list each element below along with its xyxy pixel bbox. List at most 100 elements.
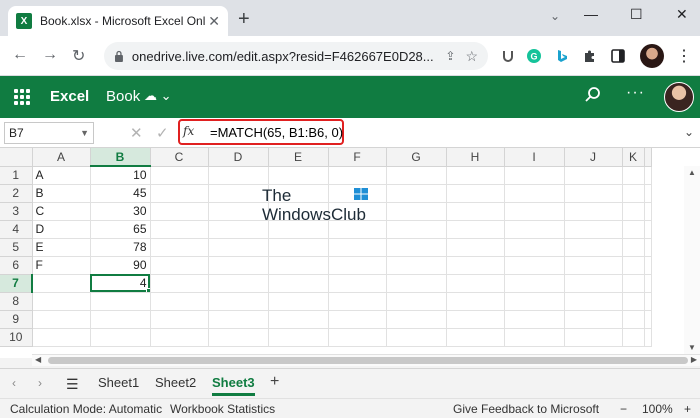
cell-i3[interactable]: [504, 202, 565, 221]
bookmark-star-icon[interactable]: ☆: [465, 48, 478, 65]
sheet-tab-3[interactable]: Sheet3: [212, 375, 255, 396]
cell-e6[interactable]: [268, 256, 329, 275]
cell-d8[interactable]: [208, 292, 269, 311]
cell-f10[interactable]: [328, 328, 387, 347]
new-tab-button[interactable]: +: [238, 8, 250, 31]
cell-j3[interactable]: [564, 202, 623, 221]
scroll-down-icon[interactable]: ▼: [688, 343, 696, 352]
confirm-formula-icon[interactable]: ✓: [156, 124, 169, 142]
column-header-c[interactable]: C: [150, 148, 209, 167]
cell-c4[interactable]: [150, 220, 209, 239]
column-header-h[interactable]: H: [446, 148, 505, 167]
cell-i10[interactable]: [504, 328, 565, 347]
cell-f9[interactable]: [328, 310, 387, 329]
cell-d4[interactable]: [208, 220, 269, 239]
scroll-right-icon[interactable]: ▶: [691, 355, 697, 364]
cell-i2[interactable]: [504, 184, 565, 203]
cell-a2[interactable]: B: [32, 184, 91, 203]
cell-a1[interactable]: A: [32, 166, 91, 185]
cell-k1[interactable]: [622, 166, 645, 185]
cell-k3[interactable]: [622, 202, 645, 221]
cell-h2[interactable]: [446, 184, 505, 203]
row-header[interactable]: 5: [0, 238, 33, 257]
column-header-f[interactable]: F: [328, 148, 387, 167]
saved-status-icon[interactable]: ☁ ⌄: [144, 88, 172, 104]
cell-b9[interactable]: [90, 310, 151, 329]
cell-i5[interactable]: [504, 238, 565, 257]
expand-formula-bar-icon[interactable]: ⌄: [684, 125, 694, 139]
cell-i7[interactable]: [504, 274, 565, 293]
cell-b1[interactable]: 10: [90, 166, 151, 185]
row-header[interactable]: 6: [0, 256, 33, 275]
cell-c3[interactable]: [150, 202, 209, 221]
cell-j8[interactable]: [564, 292, 623, 311]
sheet-tab-1[interactable]: Sheet1: [98, 375, 139, 390]
cell-h9[interactable]: [446, 310, 505, 329]
row-header[interactable]: 7: [0, 274, 33, 293]
cell-k4[interactable]: [622, 220, 645, 239]
cell-a3[interactable]: C: [32, 202, 91, 221]
cell-k6[interactable]: [622, 256, 645, 275]
cell-d5[interactable]: [208, 238, 269, 257]
calculation-mode[interactable]: Calculation Mode: Automatic: [10, 402, 162, 416]
row-header[interactable]: 2: [0, 184, 33, 203]
cell-i9[interactable]: [504, 310, 565, 329]
cell-g5[interactable]: [386, 238, 447, 257]
grammarly-icon[interactable]: G: [526, 48, 542, 64]
cell-h5[interactable]: [446, 238, 505, 257]
cell-c6[interactable]: [150, 256, 209, 275]
cell-c1[interactable]: [150, 166, 209, 185]
column-header-a[interactable]: A: [32, 148, 91, 167]
search-icon[interactable]: [584, 86, 602, 104]
cell-h7[interactable]: [446, 274, 505, 293]
cell-g9[interactable]: [386, 310, 447, 329]
cell-j7[interactable]: [564, 274, 623, 293]
cell-d2[interactable]: [208, 184, 269, 203]
select-all-corner[interactable]: [0, 148, 33, 167]
cell-j6[interactable]: [564, 256, 623, 275]
cell-d9[interactable]: [208, 310, 269, 329]
cell-a8[interactable]: [32, 292, 91, 311]
forward-icon[interactable]: →: [42, 46, 58, 64]
cell-h6[interactable]: [446, 256, 505, 275]
workbook-name[interactable]: Book: [106, 88, 140, 105]
cell-k5[interactable]: [622, 238, 645, 257]
app-launcher-icon[interactable]: [14, 89, 30, 105]
cell-b5[interactable]: 78: [90, 238, 151, 257]
zoom-level[interactable]: 100%: [642, 402, 673, 416]
cell-k8[interactable]: [622, 292, 645, 311]
scrollbar-thumb[interactable]: [48, 357, 688, 364]
cell-b2[interactable]: 45: [90, 184, 151, 203]
cell-j10[interactable]: [564, 328, 623, 347]
cell-a4[interactable]: D: [32, 220, 91, 239]
cell-g10[interactable]: [386, 328, 447, 347]
cell-f8[interactable]: [328, 292, 387, 311]
cell-i6[interactable]: [504, 256, 565, 275]
zoom-out-button[interactable]: −: [620, 402, 627, 416]
insert-function-icon[interactable]: fx: [183, 124, 194, 138]
cell-e1[interactable]: [268, 166, 329, 185]
u-extension-icon[interactable]: [500, 48, 516, 64]
cancel-formula-icon[interactable]: ✕: [130, 124, 143, 142]
horizontal-scrollbar[interactable]: ◀ ▶: [32, 354, 700, 366]
column-header-i[interactable]: I: [504, 148, 565, 167]
formula-input[interactable]: =MATCH(65, B1:B6, 0): [210, 125, 343, 140]
column-header-d[interactable]: D: [208, 148, 269, 167]
row-header[interactable]: 3: [0, 202, 33, 221]
cell-i8[interactable]: [504, 292, 565, 311]
cell-a9[interactable]: [32, 310, 91, 329]
column-header-j[interactable]: J: [564, 148, 623, 167]
url-input[interactable]: onedrive.live.com/edit.aspx?resid=F46266…: [104, 42, 488, 70]
cell-b7[interactable]: 4: [90, 274, 151, 293]
tab-close-icon[interactable]: ✕: [208, 13, 220, 30]
cell-f5[interactable]: [328, 238, 387, 257]
prev-sheet-icon[interactable]: ‹: [12, 376, 16, 390]
close-window-icon[interactable]: ✕: [676, 6, 688, 23]
name-box[interactable]: B7 ▼: [4, 122, 94, 144]
extensions-puzzle-icon[interactable]: [582, 48, 598, 64]
browser-tab[interactable]: X Book.xlsx - Microsoft Excel Online ✕: [8, 6, 228, 36]
cell-g7[interactable]: [386, 274, 447, 293]
row-header[interactable]: 8: [0, 292, 33, 311]
cell-g8[interactable]: [386, 292, 447, 311]
profile-avatar-icon[interactable]: [640, 44, 664, 68]
